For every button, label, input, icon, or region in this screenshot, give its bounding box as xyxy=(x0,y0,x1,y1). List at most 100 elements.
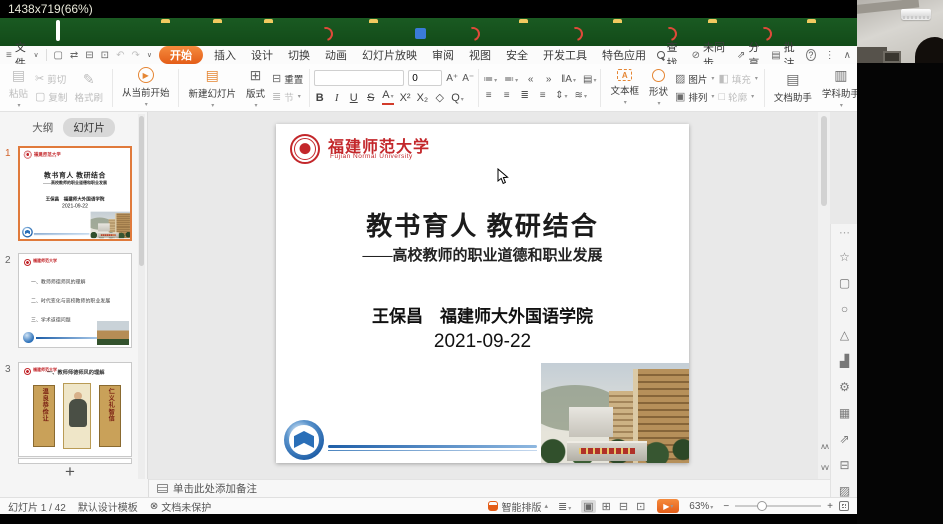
superscript-button[interactable]: X² xyxy=(400,92,411,104)
tab-outline[interactable]: 大纲 xyxy=(32,120,53,135)
duplicate-slide-icon[interactable]: ▢ xyxy=(831,276,858,290)
tab-slideshow[interactable]: 幻灯片放映 xyxy=(358,46,421,64)
smartart-icon[interactable]: △ xyxy=(831,328,858,342)
picture-button[interactable]: ▨ 图片 xyxy=(673,71,716,86)
help-icon[interactable]: ? xyxy=(806,49,816,61)
increase-indent-button[interactable]: » xyxy=(543,74,554,85)
tab-slides[interactable]: 幻灯片 xyxy=(63,118,115,137)
slide-sorter-view-button[interactable]: ⊞ xyxy=(600,500,613,513)
tab-view[interactable]: 视图 xyxy=(465,46,495,64)
desktop-shortcut-wps-doc[interactable] xyxy=(566,22,592,47)
picture-icon[interactable]: ▨ xyxy=(831,484,858,498)
save-icon[interactable]: ▢ xyxy=(53,50,62,61)
desktop-shortcut-folder[interactable] xyxy=(368,22,394,47)
panel-grip-icon[interactable]: ⋯ xyxy=(831,226,858,239)
panel-scrollbar[interactable] xyxy=(138,114,145,495)
slide-editor-canvas[interactable]: 福建师范大学 Fujian Normal University 教书育人 教研结… xyxy=(149,112,818,479)
increase-font-button[interactable]: A⁺ xyxy=(446,73,458,84)
zoom-slider-track[interactable] xyxy=(735,501,822,511)
desktop-shortcut-word-doc[interactable] xyxy=(412,22,438,47)
presenter-view-button[interactable]: ⊡ xyxy=(634,500,647,513)
archive-icon[interactable]: ⊟ xyxy=(831,458,858,472)
add-slide-button[interactable]: + xyxy=(50,462,90,481)
notes-bar[interactable]: 单击此处添加备注 xyxy=(149,479,830,497)
tab-design[interactable]: 设计 xyxy=(247,46,277,64)
zoom-slider-knob[interactable] xyxy=(757,501,768,511)
text-box-button[interactable]: A 文本框 xyxy=(605,66,644,110)
print-icon[interactable]: ⊟ xyxy=(85,50,93,61)
webcam-video[interactable] xyxy=(857,0,943,63)
highlight-button[interactable]: Q xyxy=(451,92,464,104)
numbering-button[interactable]: ≕ xyxy=(504,74,518,85)
template-name[interactable]: 默认设计模板 xyxy=(78,499,138,514)
text-direction-button[interactable]: ‖A xyxy=(561,74,576,85)
format-painter-button[interactable]: ✎ 格式刷 xyxy=(69,66,108,110)
tab-dev-tools[interactable]: 开发工具 xyxy=(539,46,591,64)
chart-icon[interactable]: ▟ xyxy=(831,354,858,368)
desktop-shortcut-wps-doc[interactable] xyxy=(463,22,489,47)
play-slideshow-button[interactable]: ▶ xyxy=(657,499,680,513)
tab-insert[interactable]: 插入 xyxy=(210,46,240,64)
kebab-menu-icon[interactable]: ⋮ xyxy=(825,50,835,61)
arrange-button[interactable]: ▣ 排列 xyxy=(673,89,716,104)
decrease-indent-button[interactable]: « xyxy=(525,74,536,85)
collapse-ribbon-icon[interactable]: ∧ xyxy=(844,50,851,61)
strikethrough-button[interactable]: S xyxy=(365,92,376,104)
underline-button[interactable]: U xyxy=(348,92,359,104)
line-spacing-button[interactable]: ⇕ xyxy=(555,90,567,101)
desktop-shortcut-folder[interactable] xyxy=(212,22,238,47)
slide-author-line[interactable]: 王保昌 福建师大外国语学院 xyxy=(276,302,689,327)
slide-thumbnail-2[interactable]: 福建师范大学 一、教师师德师风的理解 二、时代变化与高校教师的职业发展 三、学术… xyxy=(18,253,132,348)
preview-icon[interactable]: ⊡ xyxy=(101,50,109,61)
next-slide-button[interactable]: ∨∨ xyxy=(818,459,830,475)
normal-view-button[interactable]: ▣ xyxy=(581,499,596,513)
desktop-shortcut-folder[interactable] xyxy=(612,22,638,47)
italic-button[interactable]: I xyxy=(331,92,342,104)
align-left-button[interactable]: ≡ xyxy=(483,90,494,101)
bullets-button[interactable]: ≔ xyxy=(483,74,497,85)
tab-security[interactable]: 安全 xyxy=(502,46,532,64)
justify-button[interactable]: ≡ xyxy=(537,90,548,101)
outline-button[interactable]: □ 轮廓 xyxy=(716,89,759,104)
notes-placeholder[interactable]: 单击此处添加备注 xyxy=(173,481,257,496)
slide-title[interactable]: 教书育人 教研结合 xyxy=(276,206,689,243)
notes-toggle-icon[interactable]: ≣ xyxy=(558,500,571,513)
undo-icon[interactable]: ↶ xyxy=(116,50,124,61)
zoom-in-button[interactable]: + xyxy=(827,501,833,512)
shapes-icon[interactable]: ○ xyxy=(831,302,858,316)
scrollbar-thumb[interactable] xyxy=(821,116,827,206)
fill-button[interactable]: ◧ 填充 xyxy=(716,71,759,86)
desktop-shortcut-photo[interactable] xyxy=(56,20,82,47)
new-slide-button[interactable]: ▤ 新建幻灯片 xyxy=(183,66,241,110)
desktop-shortcut-folder[interactable] xyxy=(263,22,289,47)
font-family-input[interactable] xyxy=(314,70,405,86)
reading-view-button[interactable]: ⊟ xyxy=(617,500,630,513)
tab-home[interactable]: 开始 xyxy=(158,46,203,64)
desktop-shortcut-folder[interactable] xyxy=(518,22,544,47)
desktop-shortcut-folder[interactable] xyxy=(160,22,186,47)
play-from-current-button[interactable]: ▶ 从当前开始 xyxy=(117,66,175,110)
export-icon[interactable]: ⇄ xyxy=(70,50,78,61)
slide-subtitle[interactable]: ——高校教师的职业道德和职业发展 xyxy=(276,244,689,265)
tab-featured-apps[interactable]: 特色应用 xyxy=(598,46,650,64)
paragraph-more-button[interactable]: ▤ xyxy=(583,74,596,85)
doc-assistant-button[interactable]: ▤ 文档助手 xyxy=(769,66,817,110)
bold-button[interactable]: B xyxy=(314,92,325,104)
adjust-icon[interactable]: ⚙ xyxy=(831,380,858,394)
slide-date[interactable]: 2021-09-22 xyxy=(276,331,689,353)
fit-to-window-icon[interactable] xyxy=(839,501,849,511)
font-size-input[interactable] xyxy=(408,70,443,86)
slide-thumbnail-1[interactable]: 福建师范大学 Fujian Normal University 教书育人 教研结… xyxy=(18,146,132,241)
effects-icon[interactable]: ☆ xyxy=(831,250,858,264)
distribute-button[interactable]: ≋ xyxy=(575,90,587,101)
current-slide[interactable]: 福建师范大学 Fujian Normal University 教书育人 教研结… xyxy=(276,124,689,463)
desktop-shortcut-wps-doc[interactable] xyxy=(316,22,342,47)
shape-button[interactable]: 形状 xyxy=(644,66,673,110)
more-icon[interactable]: ∨ xyxy=(147,51,152,59)
align-center-button[interactable]: ≡ xyxy=(501,90,512,101)
clear-format-button[interactable]: ◇ xyxy=(434,91,445,104)
export-icon[interactable]: ⇗ xyxy=(831,432,858,446)
layout-button[interactable]: ⊞ 版式 xyxy=(241,66,270,110)
previous-slide-button[interactable]: ∧∧ xyxy=(818,438,830,454)
redo-icon[interactable]: ↷ xyxy=(131,50,139,61)
